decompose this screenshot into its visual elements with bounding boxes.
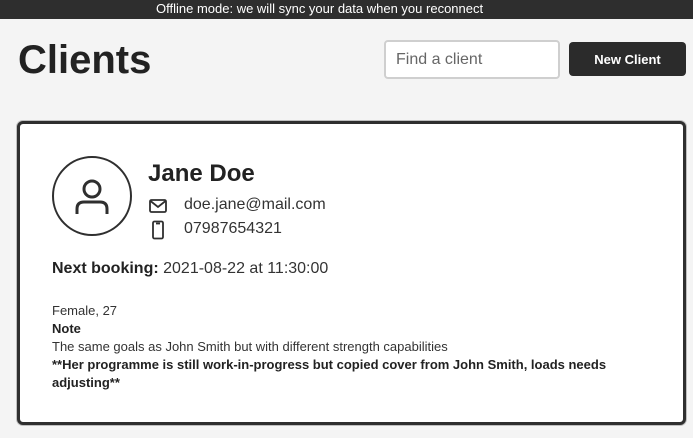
client-name: Jane Doe xyxy=(148,160,255,187)
client-demographics: Female, 27 xyxy=(52,303,118,318)
next-booking: Next booking: 2021-08-22 at 11:30:00 xyxy=(52,258,328,280)
next-booking-value: 2021-08-22 at 11:30:00 xyxy=(163,260,329,277)
client-email[interactable]: doe.jane@mail.com xyxy=(184,194,326,216)
client-details: Female, 27 Note The same goals as John S… xyxy=(52,302,642,392)
new-client-button[interactable]: New Client xyxy=(569,42,686,76)
next-booking-label: Next booking: xyxy=(52,260,159,277)
phone-icon xyxy=(152,220,164,240)
client-card[interactable]: Jane Doe doe.jane@mail.com 07987654321 N… xyxy=(17,121,686,425)
avatar xyxy=(52,156,132,236)
search-input[interactable] xyxy=(384,40,560,79)
user-icon xyxy=(75,179,109,214)
note-emphasis: **Her programme is still work-in-progres… xyxy=(52,357,607,390)
offline-banner: Offline mode: we will sync your data whe… xyxy=(0,0,693,19)
note-heading: Note xyxy=(52,321,81,336)
mail-icon xyxy=(149,199,167,213)
client-phone[interactable]: 07987654321 xyxy=(184,218,282,240)
offline-message: Offline mode: we will sync your data whe… xyxy=(156,1,484,16)
page-title: Clients xyxy=(18,38,152,82)
note-text: The same goals as John Smith but with di… xyxy=(52,339,448,354)
